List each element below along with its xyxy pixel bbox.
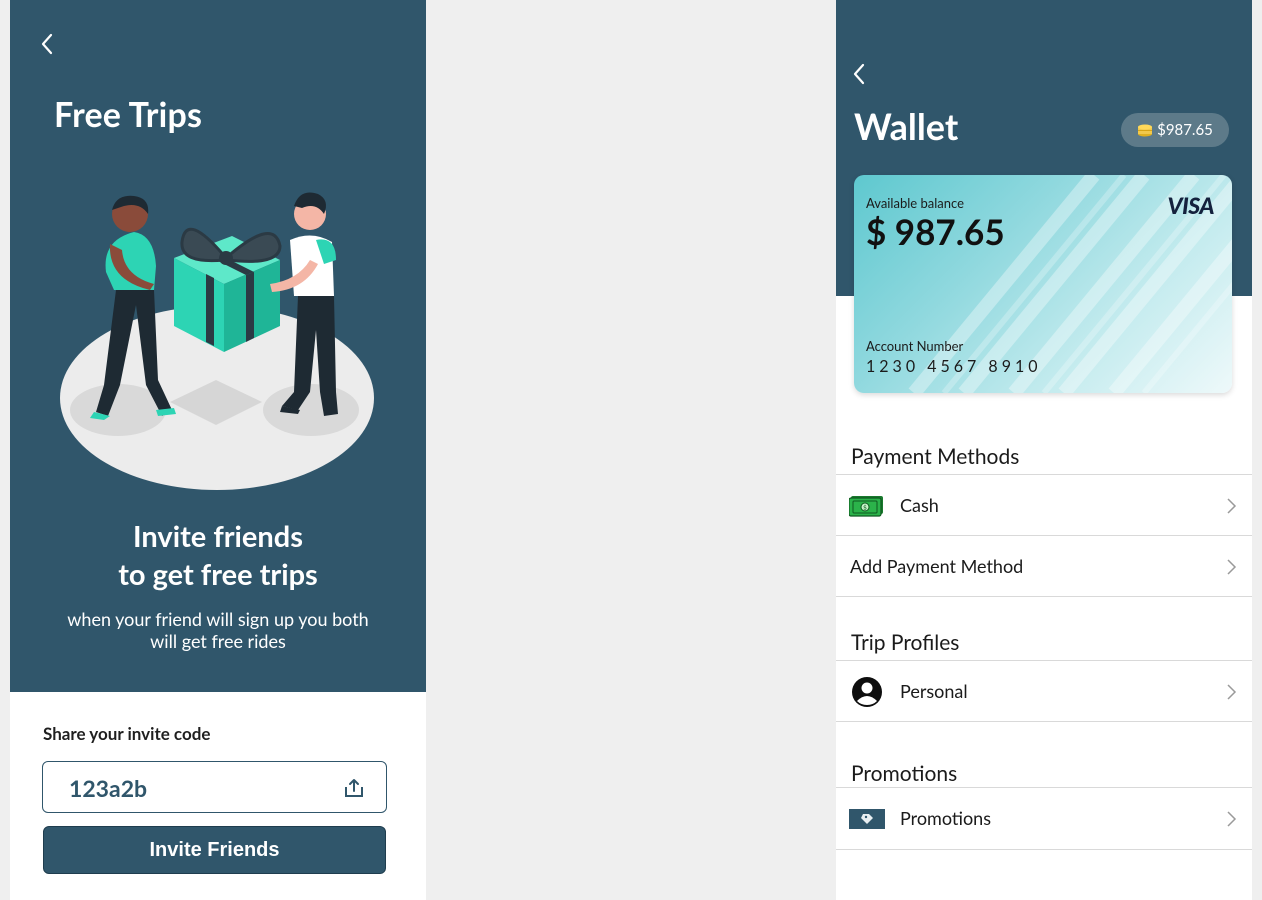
svg-text:$: $ xyxy=(863,505,867,512)
section-promotions: Promotions xyxy=(851,761,958,786)
account-number-label: Account Number xyxy=(866,338,964,354)
invite-headline: Invite friends to get free trips xyxy=(10,518,426,594)
payment-method-cash[interactable]: $ Cash xyxy=(836,474,1252,536)
promotions-row[interactable]: Promotions xyxy=(836,787,1252,849)
section-payment-methods: Payment Methods xyxy=(851,444,1020,469)
divider xyxy=(836,721,1252,722)
add-payment-method[interactable]: Add Payment Method xyxy=(836,535,1252,597)
chevron-right-icon xyxy=(1227,498,1237,514)
divider xyxy=(836,596,1252,597)
balance-badge: $987.65 xyxy=(1121,113,1229,147)
invite-subtext-line1: when your friend will sign up you both xyxy=(67,608,369,630)
chevron-right-icon xyxy=(1227,811,1237,827)
promo-tag-icon xyxy=(849,802,885,836)
chevron-right-icon xyxy=(1227,684,1237,700)
person-icon xyxy=(849,675,885,709)
share-code-label: Share your invite code xyxy=(43,723,211,744)
personal-label: Personal xyxy=(900,680,968,702)
invite-headline-line1: Invite friends xyxy=(133,519,303,554)
balance-badge-amount: $987.65 xyxy=(1157,121,1213,139)
share-icon[interactable] xyxy=(342,776,366,800)
free-trips-header: Free Trips Invite friends to get free tr… xyxy=(10,0,426,692)
free-trips-screen: Free Trips Invite friends to get free tr… xyxy=(10,0,426,900)
promotions-label: Promotions xyxy=(900,807,992,829)
available-balance-label: Available balance xyxy=(866,195,964,211)
wallet-screen: Wallet $987.65 Available balance $ 987.6… xyxy=(836,0,1252,900)
balance-card: Available balance $ 987.65 VISA Account … xyxy=(854,175,1232,393)
add-payment-method-label: Add Payment Method xyxy=(850,555,1024,577)
trip-profile-personal[interactable]: Personal xyxy=(836,660,1252,722)
back-arrow-icon[interactable] xyxy=(848,62,872,86)
invite-code-field[interactable]: 123a2b xyxy=(42,761,387,813)
invite-subtext: when your friend will sign up you both w… xyxy=(10,608,426,652)
invite-friends-button[interactable]: Invite Friends xyxy=(43,826,386,874)
available-balance-amount: $ 987.65 xyxy=(866,211,1005,253)
account-number-value: 1230 4567 8910 xyxy=(866,357,1042,376)
divider xyxy=(836,849,1252,850)
cash-label: Cash xyxy=(900,494,939,516)
back-arrow-icon[interactable] xyxy=(36,32,60,56)
invite-subtext-line2: will get free rides xyxy=(150,630,286,652)
page-title: Wallet xyxy=(854,104,959,148)
gift-illustration xyxy=(60,192,374,490)
invite-headline-line2: to get free trips xyxy=(118,557,318,592)
cash-icon: $ xyxy=(849,489,885,523)
coins-icon xyxy=(1138,124,1153,137)
visa-logo: VISA xyxy=(1167,191,1215,219)
page-title: Free Trips xyxy=(54,94,203,135)
invite-code-value: 123a2b xyxy=(69,774,148,802)
section-trip-profiles: Trip Profiles xyxy=(851,630,960,655)
chevron-right-icon xyxy=(1227,559,1237,575)
